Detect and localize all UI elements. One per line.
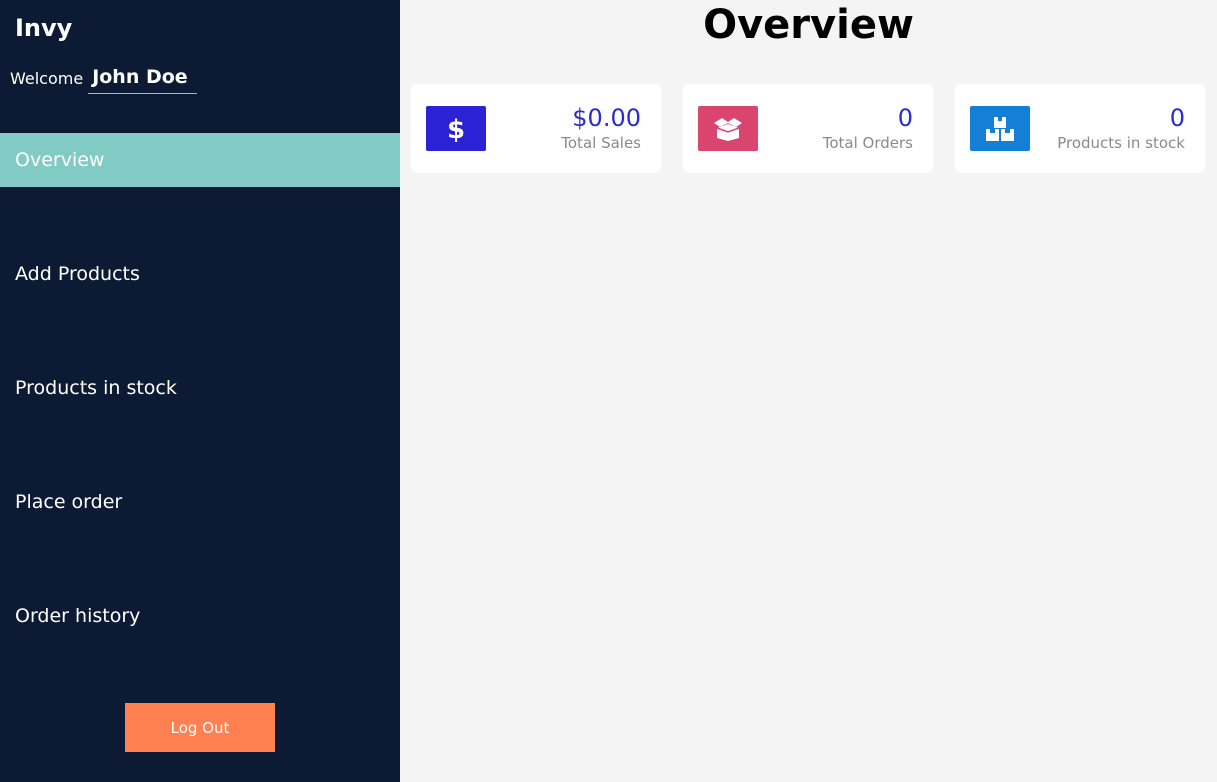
total-sales-label: Total Sales	[561, 134, 641, 152]
sidebar-item-add-products[interactable]: Add Products	[0, 247, 400, 301]
stats-cards: $ $0.00 Total Sales 0 Total Orders 0 Pro…	[411, 84, 1205, 173]
sidebar-nav: Overview Add Products Products in stock …	[0, 133, 400, 703]
logout-button[interactable]: Log Out	[125, 703, 275, 752]
total-sales-card: $ $0.00 Total Sales	[411, 84, 661, 173]
brand-logo: Invy	[15, 14, 73, 42]
total-orders-label: Total Orders	[822, 134, 913, 152]
main-content: Overview $ $0.00 Total Sales 0 Total Ord…	[400, 0, 1217, 782]
products-in-stock-label: Products in stock	[1057, 134, 1185, 152]
svg-text:$: $	[447, 115, 465, 143]
sidebar-item-label: Products in stock	[15, 377, 177, 399]
total-sales-value: $0.00	[572, 104, 641, 132]
total-orders-value: 0	[897, 104, 913, 132]
sidebar-item-place-order[interactable]: Place order	[0, 475, 400, 529]
welcome-block: Welcome John Doe	[10, 66, 198, 94]
page-title: Overview	[703, 2, 914, 48]
sidebar-item-products-in-stock[interactable]: Products in stock	[0, 361, 400, 415]
user-name: John Doe	[88, 66, 198, 94]
sidebar-item-overview[interactable]: Overview	[0, 133, 400, 187]
boxes-icon	[970, 106, 1030, 151]
sidebar-item-label: Order history	[15, 605, 141, 627]
sidebar-item-label: Add Products	[15, 263, 140, 285]
sidebar-item-label: Place order	[15, 491, 123, 513]
dollar-icon: $	[426, 106, 486, 151]
open-box-icon	[698, 106, 758, 151]
products-in-stock-card: 0 Products in stock	[955, 84, 1205, 173]
products-in-stock-value: 0	[1169, 104, 1185, 132]
app-root: Invy Welcome John Doe Overview Add Produ…	[0, 0, 1217, 782]
sidebar: Invy Welcome John Doe Overview Add Produ…	[0, 0, 400, 782]
total-orders-card: 0 Total Orders	[683, 84, 933, 173]
sidebar-item-order-history[interactable]: Order history	[0, 589, 400, 643]
welcome-label: Welcome	[10, 69, 84, 88]
sidebar-item-label: Overview	[15, 149, 105, 171]
